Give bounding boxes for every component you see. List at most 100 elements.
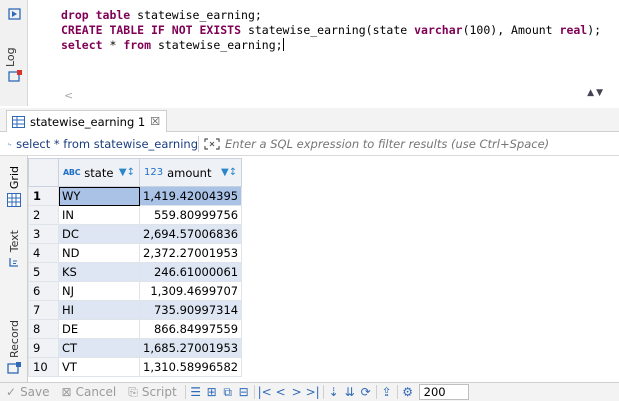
first-page-icon[interactable]: |< [257,384,273,400]
sql-text: statewise_earning; [130,8,262,22]
cell-amount[interactable]: 866.84997559 [138,319,243,339]
gear-icon[interactable]: ⚙ [400,384,416,400]
cancel-button[interactable]: ⊠ Cancel [56,385,123,399]
cell-state[interactable]: CT [58,338,140,358]
cell-amount[interactable]: 1,685.27001953 [138,338,243,358]
edit-row-icon[interactable]: ☰ [188,384,204,400]
code-line[interactable]: select * from statewise_earning; [61,38,601,53]
table-row[interactable]: 10 VT 1,310.58996582 [28,357,243,377]
add-row-icon[interactable]: ⊞ [204,384,220,400]
row-number[interactable]: 2 [28,205,59,225]
cell-state[interactable]: VT [58,357,140,377]
cell-amount[interactable]: 735.90997314 [138,300,243,320]
row-number[interactable]: 8 [28,319,59,339]
table-row[interactable]: 9 CT 1,685.27001953 [28,338,243,358]
log-tab[interactable]: Log [4,42,24,72]
row-number-header [28,158,59,187]
view-switcher: Grid Text Record [0,156,28,382]
cell-state[interactable]: DE [58,319,140,339]
query-arrow-icon [8,142,12,146]
row-number[interactable]: 4 [28,243,59,263]
column-header-state[interactable]: ABC state ▼↕ [58,158,140,187]
filter-sort-icon[interactable]: ▼↕ [119,167,135,178]
panel-toggle-icon[interactable]: ▲▼ [587,88,605,98]
tab-record-label: Record [7,320,21,359]
filter-input[interactable] [221,136,619,151]
sql-keyword: CREATE TABLE IF NOT EXISTS [61,23,242,37]
tab-record[interactable]: Record [3,320,25,374]
save-label: Save [20,385,50,399]
sql-text: (100), Amount [462,23,560,37]
bottom-toolbar: ✓ Save ⊠ Cancel ⎘ Script ☰ ⊞ ⧉ ⊟ |< < > … [0,382,619,401]
divider [322,385,324,399]
editor-gutter: Log [0,0,28,106]
code-line[interactable]: drop table statewise_earning; [61,8,601,23]
save-button[interactable]: ✓ Save [0,385,56,399]
next-page-icon[interactable]: > [289,384,305,400]
cell-amount[interactable]: 559.80999756 [138,205,243,225]
close-icon[interactable]: ☒ [150,115,160,128]
tab-result[interactable]: statewise_earning 1 ☒ [6,110,168,132]
row-number[interactable]: 6 [28,281,59,301]
active-query[interactable]: select * from statewise_earning [0,137,198,151]
results-grid[interactable]: ABC state ▼↕ 123 amount ▼↕ 1 WY 1,419.4200… [28,158,619,382]
export-icon[interactable]: ⇪ [379,384,395,400]
cell-state[interactable]: HI [58,300,140,320]
cancel-icon: ⊠ [61,385,72,399]
refresh-icon[interactable]: ⟳ [358,384,374,400]
last-page-icon[interactable]: >| [305,384,321,400]
previous-page-icon[interactable]: < [273,384,289,400]
expand-filter-icon[interactable] [203,137,221,151]
cell-state[interactable]: WY [58,186,140,206]
cell-amount[interactable]: 2,372.27001953 [138,243,243,263]
sql-text: statewise_earning; [151,38,283,52]
output-icon[interactable] [8,70,22,82]
cell-amount[interactable]: 246.61000061 [138,262,243,282]
table-row[interactable]: 2 IN 559.80999756 [28,205,243,225]
sql-keyword: real [559,23,588,37]
cell-state[interactable]: NJ [58,281,140,301]
text-caret [282,38,284,51]
filter-sort-icon[interactable]: ▼↕ [221,167,237,178]
table-row[interactable]: 5 KS 246.61000061 [28,262,243,282]
table-row[interactable]: 3 DC 2,694.57006836 [28,224,243,244]
row-number[interactable]: 3 [28,224,59,244]
tab-result-label: statewise_earning 1 [30,114,146,129]
delete-row-icon[interactable]: ⊟ [236,384,252,400]
cell-state[interactable]: KS [58,262,140,282]
table-row[interactable]: 6 NJ 1,309.4699707 [28,281,243,301]
row-number[interactable]: 7 [28,300,59,320]
code-line[interactable]: CREATE TABLE IF NOT EXISTS statewise_ear… [61,23,601,38]
check-icon: ✓ [6,385,17,399]
fetch-size-input[interactable] [418,384,469,400]
table-row[interactable]: 1 WY 1,419.42004395 [28,186,243,206]
row-number[interactable]: 10 [28,357,59,377]
table-row[interactable]: 8 DE 866.84997559 [28,319,243,339]
row-number[interactable]: 1 [28,186,59,206]
number-type-icon: 123 [144,167,164,178]
table-row[interactable]: 4 ND 2,372.27001953 [28,243,243,263]
text-type-icon: ABC [63,168,81,177]
tab-grid[interactable]: Grid [3,166,25,208]
cell-state[interactable]: ND [58,243,140,263]
fetch-next-icon[interactable]: ⇣ [326,384,342,400]
cell-amount[interactable]: 1,309.4699707 [138,281,243,301]
cell-amount[interactable]: 2,694.57006836 [138,224,243,244]
script-button[interactable]: ⎘ Script [122,385,182,400]
cell-amount[interactable]: 1,419.42004395 [138,186,243,206]
scroll-left-icon[interactable]: < [64,89,73,102]
copy-row-icon[interactable]: ⧉ [220,384,236,400]
column-header-amount[interactable]: 123 amount ▼↕ [138,158,243,187]
fetch-all-icon[interactable]: ⇊ [342,384,358,400]
editor-horizontal-scrollbar[interactable]: < ▲▼ [28,88,619,104]
execute-icon[interactable] [8,8,22,20]
cell-state[interactable]: DC [58,224,140,244]
divider [396,385,398,399]
row-number[interactable]: 5 [28,262,59,282]
table-row[interactable]: 7 HI 735.90997314 [28,300,243,320]
cell-amount[interactable]: 1,310.58996582 [138,357,243,377]
row-number[interactable]: 9 [28,338,59,358]
tab-text[interactable]: Text [3,230,25,268]
sql-code[interactable]: drop table statewise_earning; CREATE TABL… [61,8,601,53]
cell-state[interactable]: IN [58,205,140,225]
